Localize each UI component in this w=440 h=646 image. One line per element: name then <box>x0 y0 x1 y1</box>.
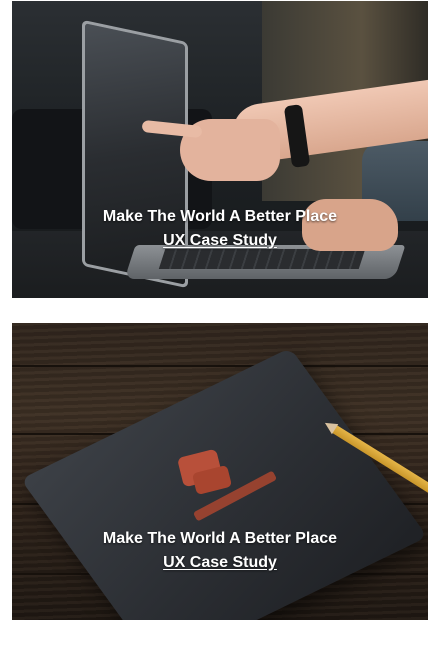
wood-plank-seam <box>12 365 428 367</box>
card-title: Make The World A Better Place <box>102 530 338 547</box>
case-study-link[interactable]: UX Case Study <box>163 229 277 253</box>
notebook-write-ideas-photo <box>12 323 428 620</box>
case-study-card[interactable]: Make The World A Better Place UX Case St… <box>12 1 428 298</box>
card-caption: Make The World A Better Place UX Case St… <box>12 205 428 253</box>
card-caption: Make The World A Better Place UX Case St… <box>12 527 428 575</box>
laptop-hands-photo <box>12 1 428 298</box>
card-title: Make The World A Better Place <box>102 208 338 225</box>
case-study-link[interactable]: UX Case Study <box>163 551 277 575</box>
case-study-card[interactable]: Make The World A Better Place UX Case St… <box>12 323 428 620</box>
